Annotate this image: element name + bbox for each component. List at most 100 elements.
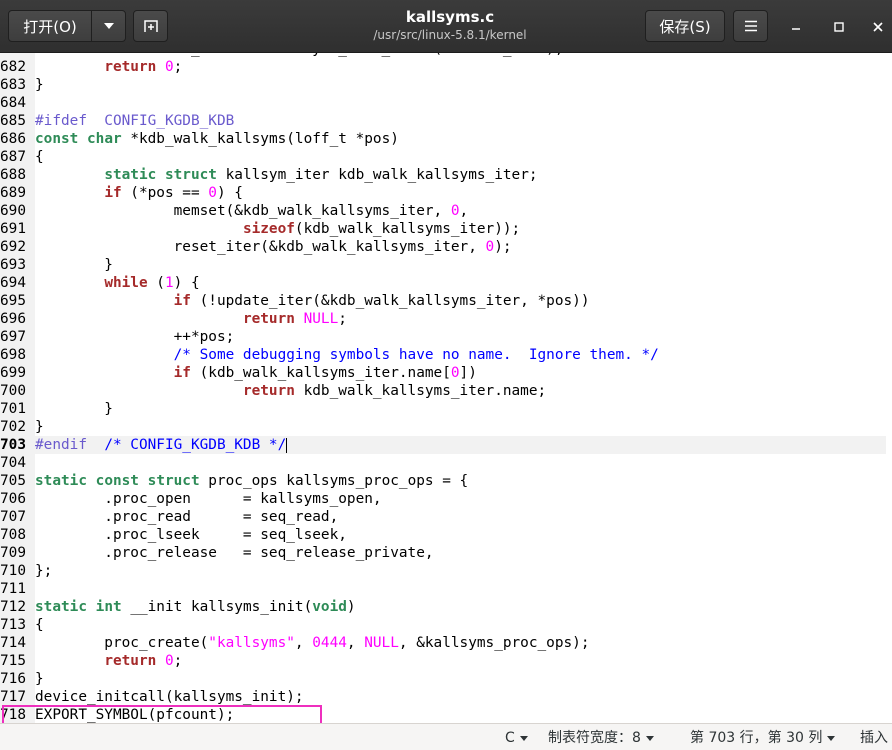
- code-token: ;: [173, 59, 183, 75]
- code-token: __init kallsyms_init(: [121, 599, 313, 615]
- line-number: 697: [0, 328, 35, 346]
- line-code: if (!update_iter(&kdb_walk_kallsyms_iter…: [35, 292, 590, 310]
- code-line[interactable]: 687{: [0, 148, 886, 166]
- menu-button[interactable]: [733, 10, 768, 42]
- code-line[interactable]: 688 static struct kallsym_iter kdb_walk_…: [0, 166, 886, 184]
- line-code: if (kdb_walk_kallsyms_iter.name[0]): [35, 364, 477, 382]
- line-number: 685: [0, 112, 35, 130]
- code-token: .proc_open = kallsyms_open,: [35, 491, 382, 507]
- code-line[interactable]: 682 return 0;: [0, 58, 886, 76]
- code-editor[interactable]: 681 iter->show_value = kallsyms_show_val…: [0, 53, 892, 723]
- code-line[interactable]: 709 .proc_release = seq_release_private,: [0, 544, 886, 562]
- code-token: proc_ops kallsyms_proc_ops = {: [199, 473, 469, 489]
- code-line[interactable]: 683}: [0, 76, 886, 94]
- open-button[interactable]: 打开(O): [8, 10, 92, 42]
- code-line[interactable]: 715 return 0;: [0, 652, 886, 670]
- line-number: 708: [0, 526, 35, 544]
- code-token: 0: [208, 185, 217, 201]
- code-token: (kdb_walk_kallsyms_iter.name[: [190, 365, 451, 381]
- line-number: 689: [0, 184, 35, 202]
- cursor-position-selector[interactable]: 第 703 行，第 30 列: [690, 728, 836, 748]
- code-token: 0: [450, 365, 460, 381]
- code-line[interactable]: 714 proc_create("kallsyms", 0444, NULL, …: [0, 634, 886, 652]
- code-line[interactable]: 706 .proc_open = kallsyms_open,: [0, 490, 886, 508]
- code-token: int: [95, 599, 122, 615]
- code-token: , &kallsyms_proc_ops);: [398, 635, 590, 651]
- code-line[interactable]: 705 static const struct proc_ops kallsyms…: [0, 472, 886, 490]
- code-line[interactable]: 695 if (!update_iter(&kdb_walk_kallsyms_…: [0, 292, 886, 310]
- new-tab-button[interactable]: [133, 10, 168, 42]
- code-line[interactable]: 699 if (kdb_walk_kallsyms_iter.name[0]): [0, 364, 886, 382]
- code-line[interactable]: 692 reset_iter(&kdb_walk_kallsyms_iter, …: [0, 238, 886, 256]
- code-token: static: [35, 473, 87, 489]
- code-token: const: [35, 131, 79, 147]
- open-recent-dropdown-button[interactable]: [91, 10, 126, 42]
- cursor-position-label: 第 703 行，第 30 列: [690, 730, 823, 746]
- code-token: .proc_release = seq_release_private,: [35, 545, 434, 561]
- save-button-label: 保存(S): [659, 17, 711, 36]
- code-token: /* CONFIG_KGDB_KDB */: [104, 437, 287, 453]
- code-line[interactable]: 713{: [0, 616, 886, 634]
- vertical-scrollbar[interactable]: [886, 53, 892, 723]
- code-line[interactable]: 689 if (*pos == 0) {: [0, 184, 886, 202]
- code-token: kdb_walk_kallsyms_iter.name;: [294, 383, 547, 399]
- code-token: kallsym_iter kdb_walk_kallsyms_iter;: [216, 167, 538, 183]
- code-line[interactable]: 694 while (1) {: [0, 274, 886, 292]
- code-line[interactable]: 691 sizeof(kdb_walk_kallsyms_iter));: [0, 220, 886, 238]
- code-line[interactable]: 702}: [0, 418, 886, 436]
- code-token: while: [104, 275, 148, 291]
- code-line[interactable]: 701 }: [0, 400, 886, 418]
- save-button[interactable]: 保存(S): [645, 10, 725, 42]
- line-code: if (*pos == 0) {: [35, 184, 243, 202]
- code-line[interactable]: 686 const char *kdb_walk_kallsyms(loff_t …: [0, 130, 886, 148]
- tab-width-selector[interactable]: 制表符宽度：8: [548, 728, 654, 748]
- code-token: proc_create(: [35, 635, 209, 651]
- code-line[interactable]: 685 #ifdef CONFIG_KGDB_KDB: [0, 112, 886, 130]
- code-line[interactable]: 693 }: [0, 256, 886, 274]
- code-line[interactable]: 707 .proc_read = seq_read,: [0, 508, 886, 526]
- code-line[interactable]: 717 device_initcall(kallsyms_init);: [0, 688, 886, 706]
- close-button[interactable]: [867, 16, 889, 38]
- code-line[interactable]: 708 .proc_lseek = seq_lseek,: [0, 526, 886, 544]
- line-number: 702: [0, 418, 35, 436]
- code-token: };: [35, 563, 53, 579]
- window-title: kallsyms.c /usr/src/linux-5.8.1/kernel: [300, 8, 600, 44]
- language-selector[interactable]: C: [505, 728, 528, 748]
- code-token: ) {: [173, 275, 200, 291]
- line-code: .proc_open = kallsyms_open,: [35, 490, 382, 508]
- code-line[interactable]: 704: [0, 454, 886, 472]
- code-line[interactable]: 697 ++*pos;: [0, 328, 886, 346]
- code-line[interactable]: 718 EXPORT_SYMBOL(pfcount);: [0, 706, 886, 723]
- line-number: 704: [0, 454, 35, 472]
- code-line[interactable]: 710};: [0, 562, 886, 580]
- insert-mode-label: 插入: [860, 730, 888, 746]
- line-number: 709: [0, 544, 35, 562]
- code-token: struct: [164, 167, 217, 183]
- line-number: 694: [0, 274, 35, 292]
- code-line[interactable]: 700 return kdb_walk_kallsyms_iter.name;: [0, 382, 886, 400]
- code-line[interactable]: 690 memset(&kdb_walk_kallsyms_iter, 0,: [0, 202, 886, 220]
- line-number: 688: [0, 166, 35, 184]
- line-code: return 0;: [35, 58, 182, 76]
- code-line[interactable]: 703 #endif /* CONFIG_KGDB_KDB */: [0, 436, 886, 454]
- maximize-icon: [834, 22, 844, 32]
- code-line[interactable]: 684: [0, 94, 886, 112]
- code-token: 0: [164, 59, 174, 75]
- line-number: 710: [0, 562, 35, 580]
- code-line[interactable]: 698 /* Some debugging symbols have no na…: [0, 346, 886, 364]
- code-line[interactable]: 716}: [0, 670, 886, 688]
- code-line[interactable]: 711: [0, 580, 886, 598]
- code-token: (kdb_walk_kallsyms_iter));: [294, 221, 521, 237]
- minimize-button[interactable]: [785, 16, 807, 38]
- maximize-button[interactable]: [828, 16, 850, 38]
- code-line[interactable]: 712 static int __init kallsyms_init(void): [0, 598, 886, 616]
- line-code: static const struct proc_ops kallsyms_pr…: [35, 472, 468, 490]
- code-token: ): [346, 599, 356, 615]
- code-line[interactable]: 696 return NULL;: [0, 310, 886, 328]
